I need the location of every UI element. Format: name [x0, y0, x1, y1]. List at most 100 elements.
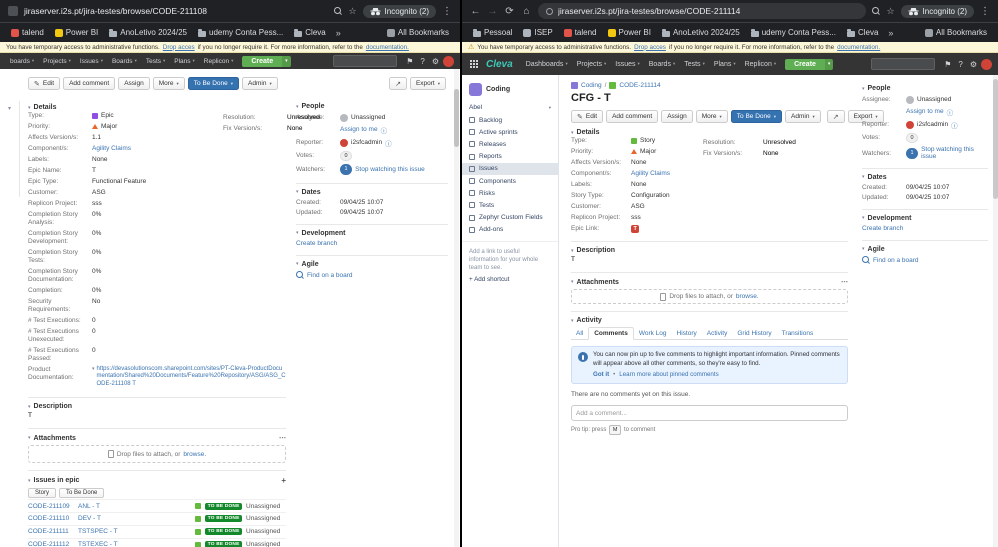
epic-issue-row[interactable]: CODE-211109 ANL - T TO BE DONE Unassigne… — [28, 499, 286, 512]
attachments-section-header[interactable]: ▾ Attachments ⋯ — [28, 434, 286, 443]
field-value[interactable]: 0% — [92, 249, 101, 257]
bookmark-item[interactable]: AnoLetivo 2024/25 — [657, 26, 745, 39]
issue-key-link[interactable]: CODE-211110 — [28, 515, 74, 522]
address-input[interactable]: jiraserver.i2s.pt/jira-testes/browse/COD… — [538, 3, 867, 19]
bookmark-item[interactable]: Cleva — [842, 26, 883, 39]
nav-menu-item[interactable]: Dashboards ▾ — [522, 61, 572, 68]
forward-button[interactable]: → — [487, 6, 498, 17]
sidebar-item-add-ons[interactable]: Add-ons — [462, 224, 558, 236]
add-comment-button[interactable]: Add comment — [63, 77, 116, 90]
sidebar-item-active-sprints[interactable]: Active sprints — [462, 126, 558, 138]
info-icon[interactable]: ⓘ — [947, 107, 954, 117]
assign-to-me-link[interactable]: Assign to me — [906, 108, 944, 115]
development-section-header[interactable]: ▾ Development — [296, 230, 448, 237]
bookmark-item[interactable]: talend — [559, 26, 602, 39]
site-info-icon[interactable] — [546, 7, 553, 15]
nav-menu-item[interactable]: Tests ▾ — [142, 58, 169, 65]
description-section-header[interactable]: ▾ Description — [28, 403, 286, 410]
chevron-down-icon[interactable]: ▾ — [92, 366, 95, 389]
sidebar-item-zephyr-custom-fields[interactable]: Zephyr Custom Fields — [462, 212, 558, 224]
issue-key-link[interactable]: CODE-211112 — [28, 541, 74, 547]
info-icon[interactable]: ⓘ — [951, 120, 958, 130]
votes-badge[interactable]: 0 — [906, 132, 919, 144]
share-button[interactable]: ↗ — [826, 110, 845, 123]
app-switcher-icon[interactable] — [470, 60, 472, 62]
nav-menu-item[interactable]: Plans ▾ — [170, 58, 199, 65]
attachments-options-icon[interactable]: ⋯ — [279, 434, 286, 442]
create-button[interactable]: Create — [785, 58, 825, 70]
admin-button[interactable]: Admin ▾ — [785, 110, 821, 123]
nav-menu-item[interactable]: Projects ▾ — [39, 58, 75, 65]
watchers-badge[interactable]: 1 — [340, 164, 353, 176]
field-value[interactable]: ASG — [92, 189, 106, 197]
help-icon[interactable]: ? — [955, 60, 965, 69]
attachments-section-header[interactable]: ▾ Attachments ⋯ — [571, 278, 848, 287]
search-icon[interactable] — [334, 7, 342, 15]
create-dropdown-icon[interactable]: ▾ — [282, 55, 291, 67]
got-it-link[interactable]: Got it — [593, 371, 609, 380]
add-shortcut-link[interactable]: + Add shortcut — [462, 274, 558, 285]
field-value[interactable]: T — [92, 167, 96, 175]
feedback-icon[interactable]: ⚑ — [941, 60, 954, 69]
project-header[interactable]: Coding — [462, 81, 558, 101]
issue-summary-link[interactable]: TSTEXEC - T — [78, 541, 191, 547]
field-value[interactable]: 0 — [92, 317, 96, 325]
menu-kebab-icon[interactable]: ⋮ — [442, 6, 452, 17]
activity-section-header[interactable]: ▾ Activity — [571, 317, 848, 324]
issue-summary-link[interactable]: ANL - T — [78, 503, 191, 510]
drop-access-link[interactable]: Drop acces — [634, 44, 666, 51]
field-value[interactable]: Functional Feature — [92, 178, 146, 186]
nav-menu-item[interactable]: boards ▾ — [6, 58, 38, 65]
tab-comments[interactable]: Comments — [588, 327, 634, 341]
stop-watching-link[interactable]: Stop watching this issue — [355, 166, 425, 173]
bookmark-star-icon[interactable]: ☆ — [348, 6, 356, 17]
tab-grid-history[interactable]: Grid History — [732, 328, 776, 339]
bookmark-star-icon[interactable]: ☆ — [886, 6, 894, 17]
find-on-board-link[interactable]: Find on a board — [873, 257, 919, 264]
votes-badge[interactable]: 0 — [340, 150, 353, 162]
breadcrumb-issue-link[interactable]: CODE-211114 — [619, 82, 660, 89]
field-value[interactable]: Major — [101, 123, 117, 131]
field-value[interactable]: Configuration — [631, 192, 670, 200]
people-section-header[interactable]: ▾ People — [862, 85, 988, 92]
extension-icon[interactable] — [8, 6, 18, 16]
field-value[interactable]: None — [631, 181, 647, 189]
field-value[interactable]: 0% — [92, 287, 101, 295]
assign-button[interactable]: Assign — [118, 77, 150, 90]
tab-transitions[interactable]: Transitions — [777, 328, 819, 339]
gear-icon[interactable]: ⚙ — [429, 57, 442, 66]
stop-watching-link[interactable]: Stop watching this issue — [921, 146, 988, 160]
development-section-header[interactable]: ▾ Development — [862, 215, 988, 222]
info-icon[interactable]: ⓘ — [385, 138, 392, 148]
field-value[interactable]: 0 — [92, 328, 96, 336]
url-text[interactable]: jiraserver.i2s.pt/jira-testes/browse/COD… — [24, 6, 207, 16]
field-value[interactable]: ASG — [631, 203, 645, 211]
sidebar-item-backlog[interactable]: Backlog — [462, 114, 558, 126]
field-value[interactable]: T — [631, 224, 640, 233]
admin-button[interactable]: Admin ▾ — [242, 77, 278, 90]
info-icon[interactable]: ⓘ — [381, 125, 388, 135]
epic-filter-story[interactable]: Story — [28, 488, 57, 499]
field-value[interactable]: Epic — [101, 112, 114, 120]
export-button[interactable]: Export ▾ — [409, 77, 446, 90]
bookmark-item[interactable]: Cleva — [289, 26, 330, 39]
nav-menu-item[interactable]: Replicon ▾ — [200, 58, 238, 65]
back-button[interactable]: ← — [470, 6, 481, 17]
details-section-header[interactable]: ▾ Details — [28, 104, 286, 111]
field-value[interactable]: Agility Claims — [631, 170, 670, 178]
edit-button[interactable]: ✎ Edit — [28, 77, 61, 90]
issue-summary-link[interactable]: DEV - T — [78, 515, 191, 522]
field-value[interactable]: None — [92, 156, 108, 164]
bookmark-item[interactable]: Power BI — [50, 26, 103, 39]
reload-button[interactable]: ⟳ — [504, 6, 515, 17]
sidebar-item-tests[interactable]: Tests — [462, 199, 558, 211]
gear-icon[interactable]: ⚙ — [967, 60, 980, 69]
cleva-logo[interactable]: Cleva — [486, 59, 513, 70]
nav-menu-item[interactable]: Issues ▾ — [76, 58, 107, 65]
epic-issue-row[interactable]: CODE-211112 TSTEXEC - T TO BE DONE Unass… — [28, 537, 286, 547]
field-value[interactable]: 0% — [92, 230, 101, 238]
browse-link[interactable]: browse. — [736, 293, 759, 300]
nav-menu-item[interactable]: Tests ▾ — [680, 61, 709, 68]
dates-section-header[interactable]: ▾ Dates — [296, 189, 448, 196]
watchers-badge[interactable]: 1 — [906, 147, 919, 159]
